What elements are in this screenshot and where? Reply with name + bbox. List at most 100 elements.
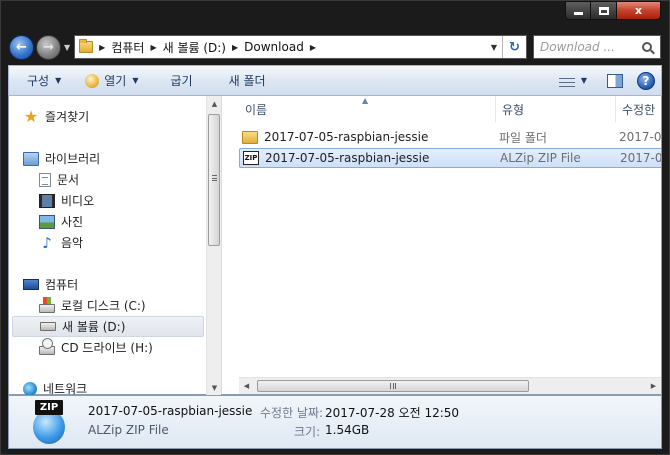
search-input[interactable] <box>540 40 636 54</box>
explorer-window: x ← → ▼ ▶ 컴퓨터 ▶ 새 볼륨 (D:) ▶ Download ▶ ▼… <box>0 0 670 455</box>
details-size-value: 1.54GB <box>325 423 370 437</box>
nav-label: 로컬 디스크 (C:) <box>61 299 146 313</box>
nav-item-cd-drive-h[interactable]: CD 드라이브 (H:) <box>39 337 207 358</box>
refresh-button[interactable]: ↻ <box>502 36 526 58</box>
column-header: 이름 유형 수정한 <box>222 96 661 122</box>
nav-item-music[interactable]: ♪ 음악 <box>39 232 207 253</box>
new-folder-label: 새 폴더 <box>228 74 266 88</box>
address-bar[interactable]: ▶ 컴퓨터 ▶ 새 볼륨 (D:) ▶ Download ▶ ▼ ↻ <box>74 35 527 59</box>
column-type-label: 유형 <box>502 102 525 117</box>
folder-icon <box>79 39 94 53</box>
preview-pane-icon[interactable] <box>607 73 623 88</box>
nav-label: CD 드라이브 (H:) <box>61 341 153 355</box>
music-note-icon: ♪ <box>42 233 52 252</box>
sort-ascending-icon: ▲ <box>362 96 369 105</box>
nav-item-local-disk-c[interactable]: 로컬 디스크 (C:) <box>39 295 207 316</box>
arrow-right-icon: → <box>43 39 54 55</box>
nav-label: 음악 <box>61 236 84 250</box>
file-type: 파일 폴더 <box>499 130 547 145</box>
file-list: 이름 유형 수정한 ▲ 2017-07-05-raspbian-jessie 파… <box>222 96 661 394</box>
scroll-right-icon[interactable]: ▶ <box>646 378 661 394</box>
navigation-pane: ★ 즐겨찾기 라이브러리 문서 비디오 사진 ♪ 음악 컴퓨터 로컬 디스크 (… <box>9 96 222 395</box>
command-bar: 구성 ▼ 열기 ▼ 굽기 새 폴더 ▼ ? <box>8 65 662 96</box>
folder-icon <box>242 130 258 144</box>
breadcrumb-download[interactable]: Download <box>244 40 304 54</box>
organize-button[interactable]: 구성 ▼ <box>19 69 69 93</box>
details-pane: ZIP 2017-07-05-raspbian-jessie ALZip ZIP… <box>8 395 662 449</box>
dropdown-arrow-icon: ▼ <box>580 76 587 85</box>
address-history-dropdown[interactable]: ▼ <box>486 43 502 52</box>
nav-label: 비디오 <box>61 194 95 208</box>
nav-item-network[interactable]: 네트워크 <box>23 378 207 395</box>
nav-label: 네트워크 <box>43 382 88 395</box>
column-type[interactable]: 유형 <box>496 96 616 122</box>
scroll-up-icon[interactable]: ▲ <box>207 96 222 111</box>
scroll-down-icon[interactable]: ▼ <box>207 380 222 395</box>
zip-file-icon: ZIP <box>29 400 69 446</box>
maximize-button[interactable] <box>591 1 617 20</box>
nav-item-favorites[interactable]: ★ 즐겨찾기 <box>23 106 207 127</box>
file-horizontal-scrollbar[interactable]: ◀ ▶ <box>239 377 661 394</box>
cd-drive-icon <box>39 338 55 355</box>
details-modified-value: 2017-07-28 오전 12:50 <box>325 406 460 420</box>
globe-icon <box>33 410 65 444</box>
details-size-label: 크기: <box>294 425 321 439</box>
file-name: 2017-07-05-raspbian-jessie <box>264 130 429 144</box>
nav-label: 새 볼륨 (D:) <box>62 320 126 334</box>
forward-button[interactable]: → <box>36 34 61 60</box>
scroll-thumb[interactable] <box>257 380 529 392</box>
document-icon <box>39 172 51 187</box>
details-file-type: ALZip ZIP File <box>88 423 169 437</box>
open-button[interactable]: 열기 ▼ <box>77 69 146 93</box>
nav-item-libraries[interactable]: 라이브러리 <box>23 148 207 169</box>
nav-label: 즐겨찾기 <box>45 110 90 124</box>
arrow-left-icon: ← <box>16 39 27 55</box>
close-button[interactable]: x <box>617 1 661 20</box>
help-icon[interactable]: ? <box>637 71 655 90</box>
drive-icon <box>40 322 56 331</box>
library-icon <box>23 151 39 166</box>
breadcrumb-volume-d[interactable]: 새 볼륨 (D:) <box>163 39 226 56</box>
file-row[interactable]: 2017-07-05-raspbian-jessie 파일 폴더 2017-0 <box>239 127 661 147</box>
file-row-selected[interactable]: ZIP 2017-07-05-raspbian-jessie ALZip ZIP… <box>239 148 661 168</box>
details-view-icon <box>558 75 575 87</box>
file-name-cell: 2017-07-05-raspbian-jessie <box>239 130 499 144</box>
nav-item-volume-d[interactable]: 새 볼륨 (D:) <box>12 316 204 337</box>
back-button[interactable]: ← <box>9 34 34 60</box>
breadcrumb-chevron-icon[interactable]: ▶ <box>99 43 105 52</box>
zip-icon: ZIP <box>243 151 259 165</box>
file-name: 2017-07-05-raspbian-jessie <box>265 151 430 165</box>
search-box[interactable] <box>533 35 661 59</box>
open-label: 열기 <box>104 74 127 88</box>
column-name-label: 이름 <box>245 102 268 117</box>
address-row: ← → ▼ ▶ 컴퓨터 ▶ 새 볼륨 (D:) ▶ Download ▶ ▼ ↻ <box>9 31 661 63</box>
nav-vertical-scrollbar[interactable]: ▲ ▼ <box>206 96 221 395</box>
breadcrumb-computer[interactable]: 컴퓨터 <box>111 39 144 56</box>
windows-drive-icon <box>39 297 55 313</box>
breadcrumb-chevron-icon[interactable]: ▶ <box>232 43 238 52</box>
toolbar-right: ▼ ? <box>555 69 661 93</box>
new-folder-button[interactable]: 새 폴더 <box>221 69 274 93</box>
network-icon <box>23 381 37 395</box>
minimize-button[interactable] <box>565 1 591 20</box>
scroll-thumb[interactable] <box>208 114 220 246</box>
nav-item-documents[interactable]: 문서 <box>39 169 207 190</box>
refresh-icon: ↻ <box>509 39 520 55</box>
recent-pages-dropdown[interactable]: ▼ <box>64 43 70 52</box>
nav-item-computer[interactable]: 컴퓨터 <box>23 274 207 295</box>
change-view-button[interactable]: ▼ <box>555 69 591 93</box>
file-date: 2017-0 <box>620 151 661 165</box>
burn-button[interactable]: 굽기 <box>163 69 201 93</box>
video-icon <box>39 193 55 208</box>
computer-icon <box>23 279 39 290</box>
nav-item-videos[interactable]: 비디오 <box>39 190 207 211</box>
maximize-icon <box>598 6 609 15</box>
breadcrumb-chevron-icon[interactable]: ▶ <box>310 43 316 52</box>
column-modified[interactable]: 수정한 <box>616 96 661 122</box>
minimize-icon <box>573 12 583 15</box>
search-icon[interactable] <box>642 42 652 52</box>
burn-label: 굽기 <box>170 74 193 88</box>
breadcrumb-chevron-icon[interactable]: ▶ <box>150 43 156 52</box>
scroll-left-icon[interactable]: ◀ <box>239 378 254 394</box>
nav-item-pictures[interactable]: 사진 <box>39 211 207 232</box>
